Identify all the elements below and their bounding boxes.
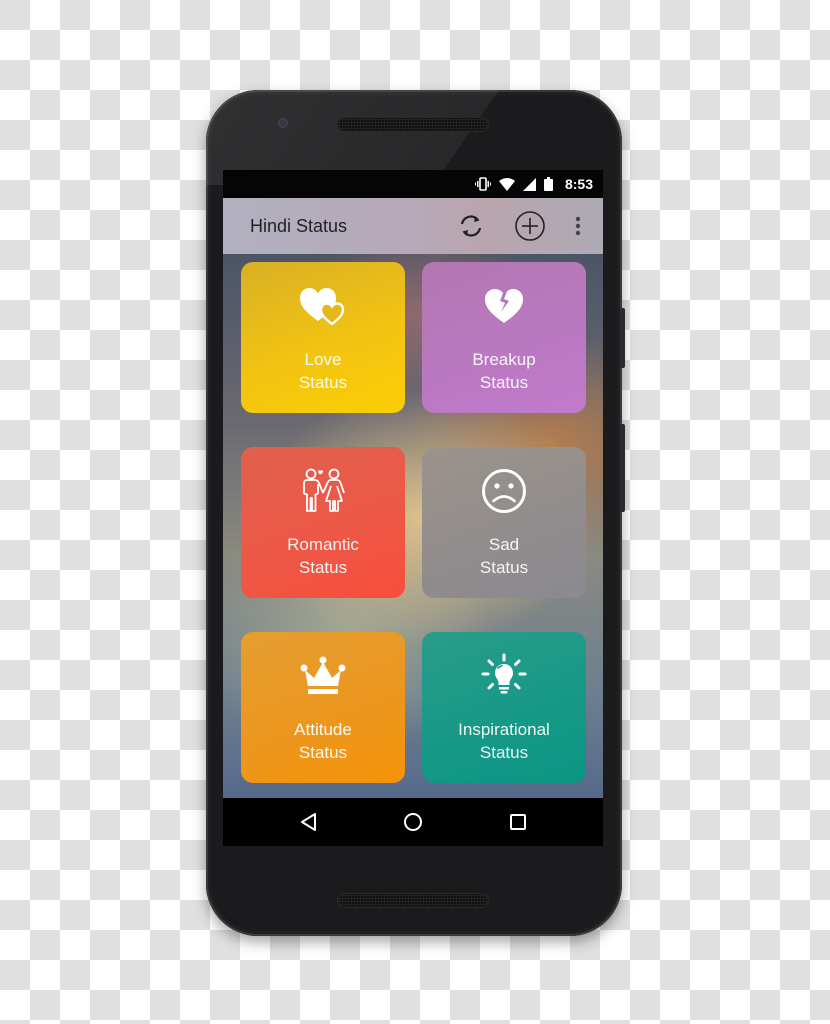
category-title: Love <box>304 350 342 369</box>
add-button[interactable] <box>514 210 546 242</box>
home-button[interactable] <box>399 808 427 836</box>
battery-icon <box>543 177 553 191</box>
power-button <box>620 308 625 368</box>
category-subtitle: Status <box>298 373 348 392</box>
two-hearts-icon <box>300 286 346 326</box>
wifi-icon <box>498 177 515 191</box>
category-tile-attitude[interactable]: Attitude Status <box>241 632 405 783</box>
back-icon <box>301 813 316 831</box>
recents-icon <box>510 814 526 830</box>
more-options-button[interactable] <box>564 210 592 242</box>
refresh-button[interactable] <box>455 210 487 242</box>
status-bar: 8:53 <box>223 170 603 198</box>
broken-heart-icon <box>484 286 524 326</box>
front-camera <box>278 118 288 128</box>
vibrate-icon <box>474 177 491 191</box>
category-subtitle: Status <box>479 558 529 577</box>
volume-button <box>620 424 625 512</box>
category-tile-love[interactable]: Love Status <box>241 262 405 413</box>
category-subtitle: Status <box>298 558 348 577</box>
category-tile-inspirational[interactable]: Inspirational Status <box>422 632 586 783</box>
category-subtitle: Status <box>298 743 348 762</box>
category-grid: Love Status Breakup Status Romantic Stat… <box>223 254 603 798</box>
category-tile-sad[interactable]: Sad Status <box>422 447 586 598</box>
category-title: Attitude <box>294 720 352 739</box>
sad-face-icon <box>481 469 527 513</box>
navigation-bar <box>223 798 603 846</box>
refresh-icon <box>460 215 482 237</box>
category-title: Sad <box>488 535 520 554</box>
phone-screen: 8:53 Hindi Status Love Status Breakup St… <box>223 170 603 846</box>
add-circle-icon <box>515 211 545 241</box>
couple-icon <box>300 468 346 512</box>
category-tile-romantic[interactable]: Romantic Status <box>241 447 405 598</box>
category-title: Romantic <box>287 535 359 554</box>
status-time: 8:53 <box>564 176 593 192</box>
category-subtitle: Status <box>479 373 529 392</box>
back-button[interactable] <box>295 808 323 836</box>
more-vertical-icon <box>575 216 581 236</box>
earpiece-speaker <box>338 118 488 131</box>
home-icon <box>404 813 422 831</box>
crown-icon <box>300 656 346 696</box>
category-subtitle: Status <box>479 743 529 762</box>
lightbulb-icon <box>481 653 527 696</box>
app-bar: Hindi Status <box>223 198 603 254</box>
recents-button[interactable] <box>504 808 532 836</box>
app-title: Hindi Status <box>250 215 348 236</box>
category-title: Inspirational <box>458 720 550 739</box>
category-tile-breakup[interactable]: Breakup Status <box>422 262 586 413</box>
category-title: Breakup <box>472 350 536 369</box>
bottom-speaker <box>338 894 488 907</box>
signal-icon <box>522 177 536 191</box>
